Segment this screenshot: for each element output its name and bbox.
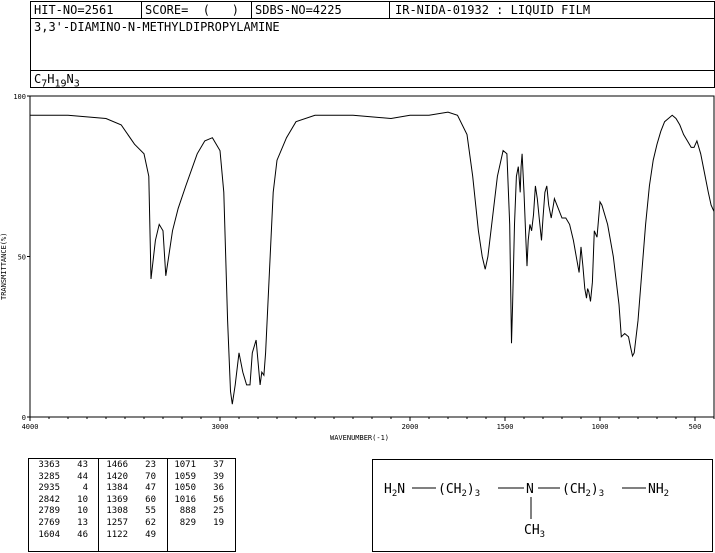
ir-spectrum-chart: 0 50 100 4000 3000 2000 1500 1000 500 WAVENUMBE… xyxy=(0,93,715,442)
peak-transmittance: 19 xyxy=(213,517,224,528)
peak-transmittance: 23 xyxy=(145,460,156,470)
peak-transmittance: 25 xyxy=(213,506,224,517)
peak-wavenumber: 1369 xyxy=(106,494,128,505)
peak-row: 2789 10 1308 55 888 25 xyxy=(31,506,227,518)
peak-wavenumber: 1016 xyxy=(174,494,196,505)
central-nitrogen: N xyxy=(526,482,534,497)
y-axis-label: TRANSMITTANCE(%) xyxy=(0,233,8,300)
peak-wavenumber xyxy=(159,530,199,542)
peak-wavenumber: 2935 xyxy=(38,483,60,494)
peak-wavenumber: 1384 xyxy=(106,483,128,494)
peak-wavenumber: 1059 xyxy=(174,471,196,482)
peak-wavenumber: 1604 xyxy=(38,529,60,540)
peak-transmittance xyxy=(199,530,227,542)
peak-wavenumber: 2769 xyxy=(38,517,60,528)
peak-transmittance: 10 xyxy=(77,506,88,517)
peak-row: 2935 4 1384 47 1050 36 xyxy=(31,483,227,495)
peak-transmittance: 44 xyxy=(77,471,88,482)
y-tick-label: 100 xyxy=(13,93,26,101)
peak-transmittance: 46 xyxy=(77,529,88,540)
peak-transmittance: 36 xyxy=(213,483,224,494)
propyl-chain-right: (CH2)3 xyxy=(562,482,604,499)
spectrum-line xyxy=(30,111,715,405)
peak-wavenumber: 1420 xyxy=(106,471,128,482)
peak-row: 3285 44 1420 70 1059 39 xyxy=(31,472,227,484)
amine-group-left: H2N xyxy=(384,482,405,499)
peak-transmittance: 43 xyxy=(77,460,88,470)
peak-table: 3363 43 1466 23 1071 37 3285 44 1420 70 1059 39 2935… xyxy=(31,460,227,541)
peak-wavenumber: 1308 xyxy=(106,506,128,517)
peak-wavenumber: 829 xyxy=(179,517,196,528)
peak-transmittance: 47 xyxy=(145,483,156,494)
peak-transmittance: 39 xyxy=(213,471,224,482)
methyl-group: CH3 xyxy=(524,523,545,540)
peak-transmittance: 60 xyxy=(145,494,156,505)
x-tick-label: 2000 xyxy=(402,423,419,431)
peak-wavenumber: 1257 xyxy=(106,517,128,528)
peak-wavenumber: 3285 xyxy=(38,471,60,482)
propyl-chain-left: (CH2)3 xyxy=(438,482,480,499)
peak-transmittance: 10 xyxy=(77,494,88,505)
peak-transmittance: 70 xyxy=(145,471,156,482)
peak-wavenumber: 2789 xyxy=(38,506,60,517)
peak-transmittance: 13 xyxy=(77,517,88,528)
peak-transmittance: 56 xyxy=(213,494,224,505)
peak-row: 2842 10 1369 60 1016 56 xyxy=(31,495,227,507)
peak-transmittance: 37 xyxy=(213,460,224,470)
peak-transmittance: 55 xyxy=(145,506,156,517)
peak-row: 2769 13 1257 62 829 19 xyxy=(31,518,227,530)
x-axis-label: WAVENUMBER(-1) xyxy=(330,434,389,442)
peak-row: 3363 43 1466 23 1071 37 xyxy=(31,460,227,472)
peak-wavenumber: 1466 xyxy=(106,460,128,470)
peak-wavenumber: 1050 xyxy=(174,483,196,494)
y-tick-label: 0 xyxy=(22,414,26,422)
y-tick-label: 50 xyxy=(18,254,26,262)
x-tick-label: 4000 xyxy=(22,423,39,431)
x-tick-label: 3000 xyxy=(212,423,229,431)
peak-wavenumber: 1122 xyxy=(106,529,128,540)
peak-transmittance: 49 xyxy=(145,529,156,540)
peak-wavenumber: 888 xyxy=(179,506,196,517)
x-tick-label: 500 xyxy=(689,423,702,431)
peak-wavenumber: 2842 xyxy=(38,494,60,505)
peak-transmittance: 62 xyxy=(145,517,156,528)
peak-wavenumber: 1071 xyxy=(174,460,196,470)
peak-row: 1604 46 1122 49 xyxy=(31,530,227,542)
plot-frame xyxy=(29,95,715,418)
structure-diagram: H2N (CH2)3 N (CH2)3 NH2 CH3 xyxy=(384,482,669,540)
x-tick-label: 1500 xyxy=(497,423,514,431)
x-tick-label: 1000 xyxy=(592,423,609,431)
peak-wavenumber: 3363 xyxy=(38,460,60,470)
amine-group-right: NH2 xyxy=(648,482,669,499)
peak-transmittance: 4 xyxy=(82,483,88,494)
